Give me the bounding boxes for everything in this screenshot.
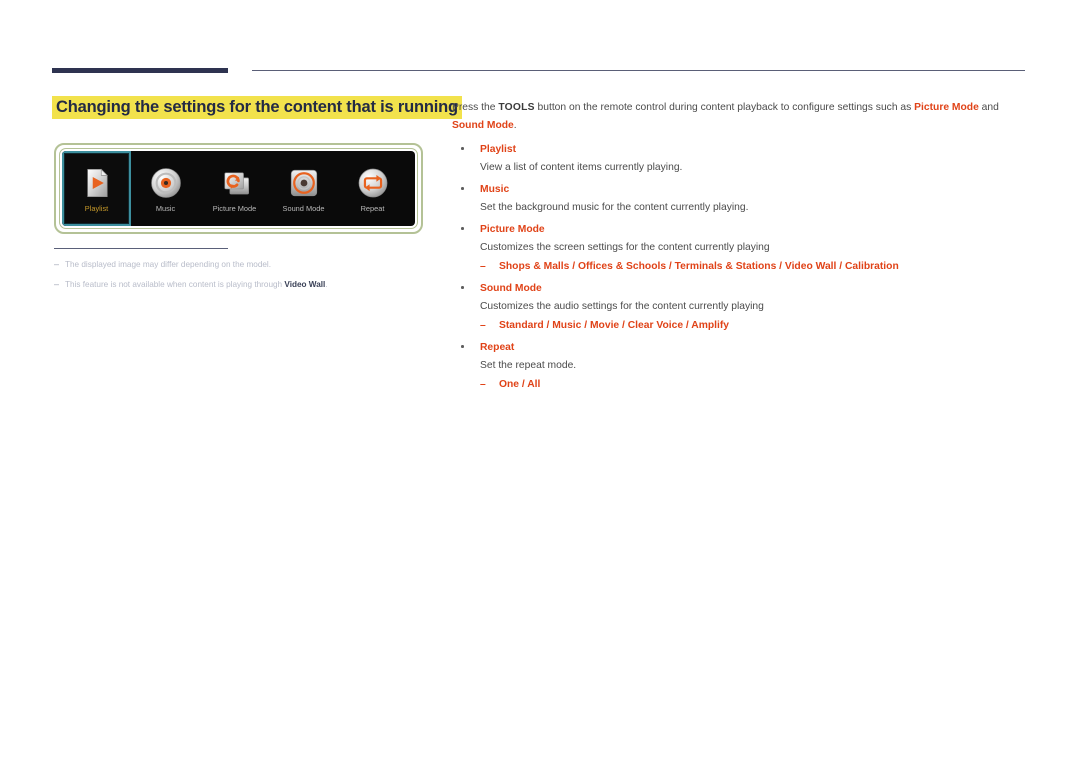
music-disc-icon	[149, 166, 183, 200]
tool-item-label: Playlist	[84, 204, 109, 213]
tool-item-repeat[interactable]: Repeat	[338, 151, 407, 226]
notes-block: – The displayed image may differ dependin…	[54, 248, 434, 299]
note-text: The displayed image may differ depending…	[65, 259, 434, 270]
intro-part2: button on the remote control during cont…	[534, 102, 915, 113]
setting-title: Music	[480, 184, 510, 195]
note-text-pre: This feature is not available when conte…	[65, 280, 285, 289]
picture-mode-refresh-icon	[218, 166, 252, 200]
device-screenshot-frame: Playlist Music Picture Mode Sound Mode Repea…	[54, 143, 423, 234]
setting-title: Repeat	[480, 342, 515, 353]
option-dash-icon: –	[480, 320, 486, 331]
intro-part3: and	[978, 102, 999, 113]
playlist-document-play-icon	[80, 166, 114, 200]
setting-item-repeat: Repeat Set the repeat mode. – One / All	[452, 338, 1027, 394]
bullet-dot-icon	[461, 286, 464, 289]
setting-item-music: Music Set the background music for the co…	[452, 180, 1027, 217]
bullet-dot-icon	[461, 147, 464, 150]
left-column: Changing the settings for the content th…	[52, 96, 462, 119]
bullet-dot-icon	[461, 227, 464, 230]
tool-item-music[interactable]: Music	[131, 151, 200, 226]
intro-part1: Press the	[452, 102, 499, 113]
sound-mode-keyword: Sound Mode	[452, 120, 514, 131]
intro-paragraph: Press the TOOLS button on the remote con…	[452, 99, 1022, 135]
setting-item-playlist: Playlist View a list of content items cur…	[452, 140, 1027, 177]
setting-title: Picture Mode	[480, 224, 545, 235]
tool-item-label: Repeat	[360, 204, 385, 213]
tools-menu-bar: Playlist Music Picture Mode Sound Mode Repea…	[62, 151, 415, 226]
note-text-post: .	[325, 280, 328, 289]
bullet-dot-icon	[461, 187, 464, 190]
tool-item-label: Picture Mode	[212, 204, 257, 213]
bullet-dot-icon	[461, 345, 464, 348]
note-text: This feature is not available when conte…	[65, 279, 434, 290]
note-row: – The displayed image may differ dependin…	[54, 259, 434, 270]
setting-description: Customizes the audio settings for the co…	[480, 301, 764, 312]
setting-item-picture-mode: Picture Mode Customizes the screen settin…	[452, 220, 1027, 276]
note-keyword: Video Wall	[284, 280, 326, 289]
setting-options: Standard / Music / Movie / Clear Voice /…	[499, 320, 730, 331]
intro-part4: .	[513, 120, 517, 131]
setting-item-sound-mode: Sound Mode Customizes the audio settings …	[452, 279, 1027, 335]
device-screenshot-inner-frame: Playlist Music Picture Mode Sound Mode Repea…	[59, 148, 418, 229]
note-dash-icon: –	[54, 279, 60, 289]
tools-keyword: TOOLS	[498, 102, 535, 113]
setting-options: Shops & Malls / Offices & Schools / Term…	[499, 261, 899, 272]
setting-description: View a list of content items currently p…	[480, 162, 683, 173]
setting-options: One / All	[499, 379, 541, 390]
header-thick-rule	[52, 68, 228, 73]
setting-description: Customizes the screen settings for the c…	[480, 242, 770, 253]
note-text-pre: The displayed image may differ depending…	[65, 260, 272, 269]
tool-item-label: Music	[155, 204, 176, 213]
setting-description: Set the background music for the content…	[480, 202, 749, 213]
notes-separator	[54, 248, 228, 249]
setting-options-row: – Standard / Music / Movie / Clear Voice …	[480, 317, 1027, 335]
note-row: – This feature is not available when cont…	[54, 279, 434, 290]
setting-title: Sound Mode	[480, 283, 542, 294]
settings-list: Playlist View a list of content items cur…	[452, 140, 1027, 394]
option-dash-icon: –	[480, 261, 486, 272]
tool-item-label: Sound Mode	[282, 204, 325, 213]
picture-mode-keyword: Picture Mode	[914, 102, 979, 113]
setting-description: Set the repeat mode.	[480, 360, 577, 371]
tool-item-playlist[interactable]: Playlist	[62, 151, 131, 226]
page-title: Changing the settings for the content th…	[52, 96, 462, 119]
setting-title: Playlist	[480, 144, 517, 155]
header-thin-rule	[252, 70, 1025, 71]
repeat-loop-icon	[356, 166, 390, 200]
setting-options-row: – Shops & Malls / Offices & Schools / Ter…	[480, 258, 1027, 276]
tool-item-picture-mode[interactable]: Picture Mode	[200, 151, 269, 226]
note-dash-icon: –	[54, 259, 60, 269]
sound-mode-speaker-icon	[287, 166, 321, 200]
option-dash-icon: –	[480, 379, 486, 390]
setting-options-row: – One / All	[480, 376, 1027, 394]
tool-item-sound-mode[interactable]: Sound Mode	[269, 151, 338, 226]
content-column: Press the TOOLS button on the remote con…	[452, 99, 1027, 397]
